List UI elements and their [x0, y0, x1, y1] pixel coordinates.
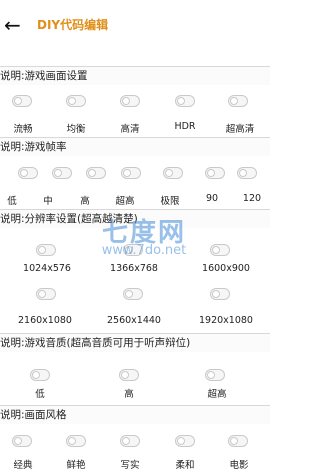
option-label: 鲜艳 — [66, 460, 86, 471]
toggle-fps-90[interactable] — [205, 167, 225, 179]
option-label: 低 — [35, 389, 45, 400]
toggle-style-classic[interactable] — [12, 435, 32, 447]
option-label: 120 — [242, 193, 262, 204]
section-label-graphics: 说明:游戏画面设置 — [0, 66, 270, 85]
toggle-res-2160[interactable] — [36, 288, 56, 300]
toggle-fps-low[interactable] — [18, 167, 38, 179]
option-label: 2160x1080 — [18, 315, 72, 326]
toggle-style-movie[interactable] — [228, 435, 248, 447]
toggle-res-1366[interactable] — [123, 244, 143, 256]
option-label: 高 — [80, 196, 90, 207]
toggle-res-1600[interactable] — [210, 244, 230, 256]
option-label: 2560x1440 — [107, 315, 161, 326]
watermark-url: www.7do.net — [101, 243, 187, 258]
toggle-graphics-smooth[interactable] — [12, 95, 32, 107]
toggle-fps-ultra[interactable] — [121, 167, 141, 179]
option-label: 1366x768 — [110, 263, 158, 274]
toggle-res-1024[interactable] — [36, 244, 56, 256]
option-label: 流畅 — [13, 124, 33, 135]
toggle-res-1920[interactable] — [210, 288, 230, 300]
toggle-res-2560[interactable] — [123, 288, 143, 300]
section-label-framerate: 说明:游戏帧率 — [0, 137, 270, 156]
option-label: HDR — [174, 121, 196, 132]
option-label: 1024x576 — [23, 263, 71, 274]
toggle-graphics-balanced[interactable] — [66, 95, 86, 107]
option-label: 90 — [205, 193, 219, 204]
toggle-style-vivid[interactable] — [66, 435, 86, 447]
option-label: 中 — [43, 196, 53, 207]
option-label: 超高 — [115, 196, 135, 207]
option-label: 高清 — [120, 124, 140, 135]
arrow-left-icon[interactable]: ← — [4, 14, 24, 36]
option-label: 超高清 — [225, 124, 255, 135]
toggle-fps-extreme[interactable] — [163, 167, 183, 179]
option-label: 高 — [124, 389, 134, 400]
section-label-resolution: 说明:分辨率设置(超高越清楚) — [0, 209, 270, 228]
app-header: ← DIY代码编辑 — [0, 0, 270, 52]
option-label: 极限 — [160, 196, 180, 207]
toggle-style-realistic[interactable] — [120, 435, 140, 447]
toggle-fps-mid[interactable] — [52, 167, 72, 179]
option-label: 均衡 — [66, 124, 86, 135]
toggle-style-soft[interactable] — [175, 435, 195, 447]
toggle-graphics-hd[interactable] — [120, 95, 140, 107]
toggle-audio-ultra[interactable] — [205, 369, 225, 381]
page-title: DIY代码编辑 — [37, 18, 109, 32]
option-label: 1600x900 — [202, 263, 250, 274]
option-label: 经典 — [13, 460, 33, 471]
toggle-fps-120[interactable] — [237, 167, 257, 179]
toggle-fps-high[interactable] — [86, 167, 106, 179]
section-label-style: 说明:画面风格 — [0, 405, 270, 424]
toggle-graphics-uhd[interactable] — [228, 95, 248, 107]
option-label: 低 — [7, 196, 17, 207]
option-label: 电影 — [229, 460, 249, 471]
option-label: 写实 — [120, 460, 140, 471]
section-label-audio: 说明:游戏音质(超高音质可用于听声辩位) — [0, 333, 270, 352]
toggle-audio-low[interactable] — [30, 369, 50, 381]
toggle-graphics-hdr[interactable] — [175, 95, 195, 107]
option-label: 1920x1080 — [199, 315, 253, 326]
option-label: 柔和 — [175, 460, 195, 471]
option-label: 超高 — [207, 389, 227, 400]
toggle-audio-high[interactable] — [119, 369, 139, 381]
